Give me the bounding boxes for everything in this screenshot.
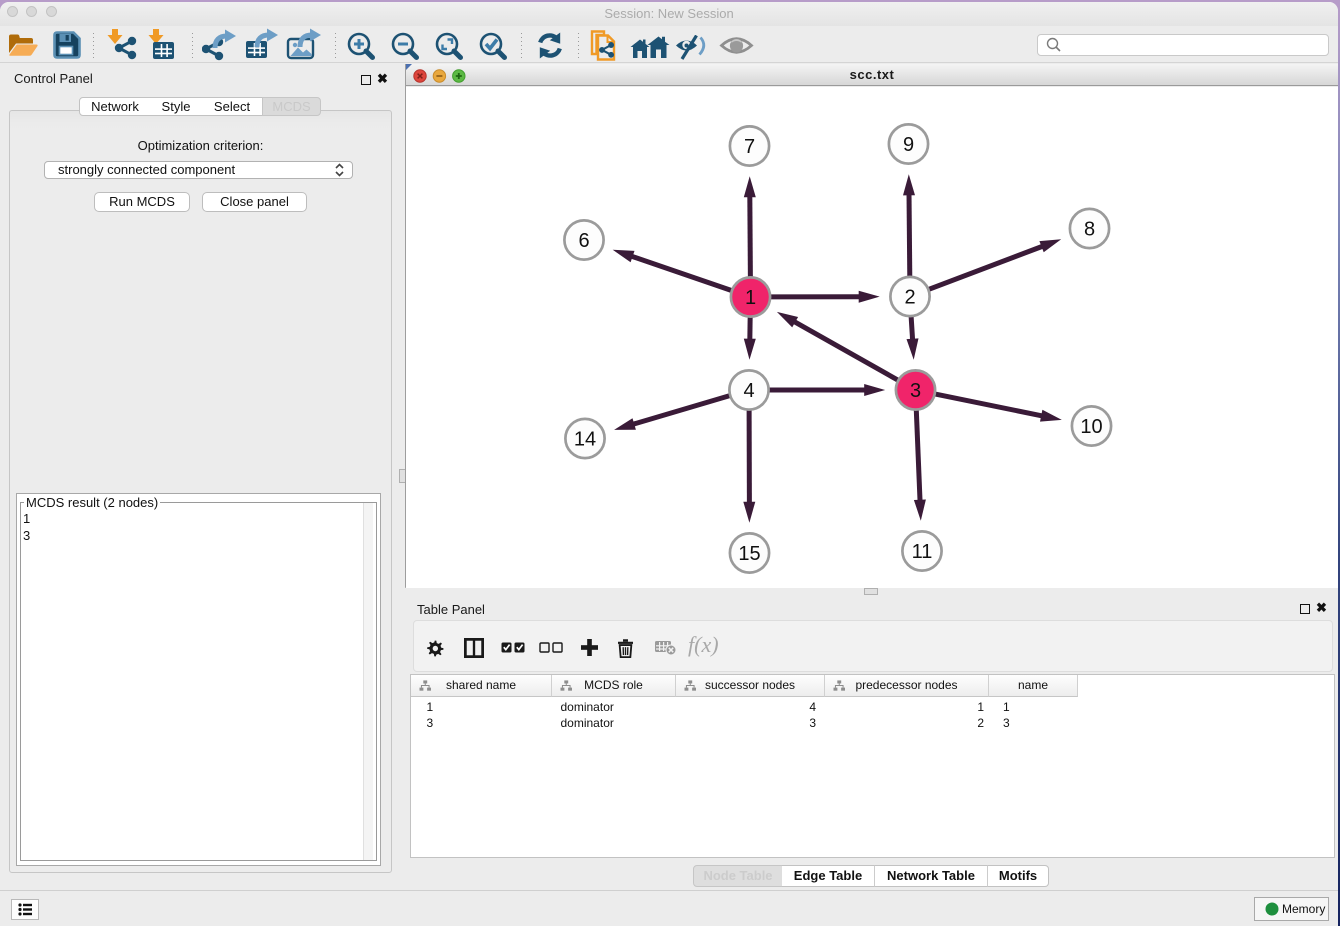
svg-text:10: 10 bbox=[1080, 416, 1102, 438]
svg-text:7: 7 bbox=[744, 136, 755, 158]
svg-text:6: 6 bbox=[578, 230, 589, 252]
svg-text:9: 9 bbox=[903, 134, 914, 156]
svg-text:3: 3 bbox=[910, 380, 921, 402]
svg-text:14: 14 bbox=[574, 429, 596, 451]
svg-text:15: 15 bbox=[738, 543, 760, 565]
svg-text:1: 1 bbox=[745, 287, 756, 309]
svg-text:8: 8 bbox=[1084, 219, 1095, 241]
svg-text:11: 11 bbox=[912, 541, 933, 563]
svg-text:2: 2 bbox=[904, 287, 915, 309]
svg-text:4: 4 bbox=[743, 380, 754, 402]
